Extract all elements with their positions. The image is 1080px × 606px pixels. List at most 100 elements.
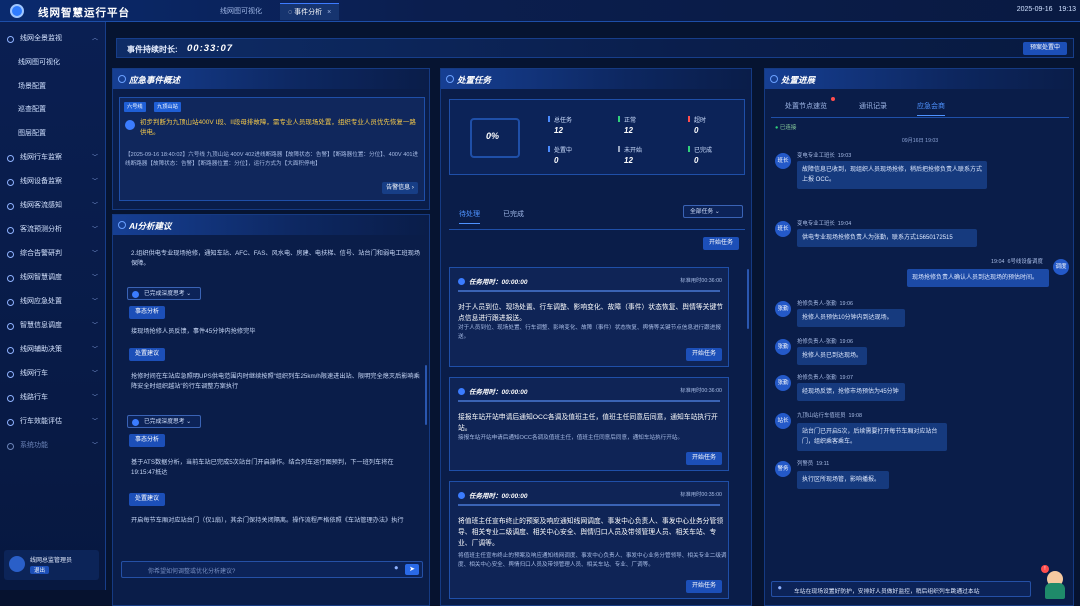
chevron-down-icon: ﹀ bbox=[91, 371, 98, 377]
sidebar-item-train-monitor[interactable]: 线网行车监察 ﹀ bbox=[0, 149, 106, 167]
logout-button[interactable]: 退出 bbox=[30, 566, 50, 574]
sidebar-item-passenger-flow[interactable]: 线网客流感知 ﹀ bbox=[0, 197, 106, 215]
scrollbar[interactable] bbox=[425, 365, 427, 425]
task-card: 任务用时：00:00:00 标准用时00:36:00 接报车站开站申请后通知OC… bbox=[449, 377, 729, 471]
sidebar-subitem-patrol-config[interactable]: 巡查配置 bbox=[0, 101, 106, 119]
stat-value-completed: 0 bbox=[694, 156, 699, 165]
disposal-advice-button-2[interactable]: 处置建议 bbox=[129, 493, 166, 506]
task-icon bbox=[446, 75, 454, 83]
sidebar-item-network-train[interactable]: 线网行车 ﹀ bbox=[0, 365, 106, 383]
sidebar-item-system[interactable]: 系统功能 ﹀ bbox=[0, 437, 106, 455]
overview-headline: 初步判断为九顶山站400V I段、II段母排故障，需专业人员现场处置，组织专业人… bbox=[140, 119, 416, 136]
sidebar-item-info-dispatch[interactable]: 智慧信息调度 ﹀ bbox=[0, 317, 106, 335]
date: 2025-09-16 bbox=[1016, 6, 1053, 13]
situation-analysis-button-1[interactable]: 事态分析 bbox=[129, 306, 166, 319]
sidebar-item-alarm-analysis[interactable]: 综合告警研判 ﹀ bbox=[0, 245, 106, 263]
duration-label: 事件持续时长: bbox=[127, 45, 178, 54]
progress-header: 处置进展 bbox=[765, 69, 1073, 89]
send-icon[interactable]: ➤ bbox=[405, 564, 419, 575]
monitor-icon bbox=[7, 36, 14, 43]
sender-name: 变电专业工班长 bbox=[797, 153, 835, 159]
task-head: 任务用时：00:00:00 bbox=[458, 276, 528, 286]
sidebar-item-emergency[interactable]: 线网应急处置 ﹀ bbox=[0, 293, 106, 311]
sidebar-item-label: 线网全景监视 bbox=[20, 35, 62, 42]
task-limit: 标准用时00:35:00 bbox=[680, 492, 722, 498]
disposal-advice-button-1[interactable]: 处置建议 bbox=[129, 348, 166, 361]
stat-bar-completed bbox=[688, 146, 690, 152]
sidebar-item-panorama[interactable]: 线网全景监视 ︿ bbox=[0, 30, 106, 48]
tab-completed[interactable]: 已完成 bbox=[503, 209, 524, 219]
sidebar-item-label: 线网行车 bbox=[20, 370, 48, 377]
tasks-header: 处置任务 bbox=[441, 69, 751, 89]
scrollbar[interactable] bbox=[747, 269, 749, 329]
sidebar-item-smart-dispatch[interactable]: 线网智慧调度 ﹀ bbox=[0, 269, 106, 287]
message-time: 19:03 bbox=[837, 153, 852, 159]
sender-name: 抢修负责人-张勤 bbox=[797, 301, 837, 307]
sidebar-item-efficiency[interactable]: 行车效能评估 ﹀ bbox=[0, 413, 106, 431]
tab-close-icon[interactable]: × bbox=[327, 9, 331, 16]
line-tag: 六号线 bbox=[124, 102, 146, 112]
task-main-text: 对于人员到位、现场处置、行车调整、影响变化、故障（事件）状态恢复、舆情等关键节点… bbox=[458, 304, 724, 322]
assistant-mascot-icon[interactable]: ! bbox=[1041, 565, 1069, 601]
sidebar-item-label: 线网设备监察 bbox=[20, 178, 62, 185]
task-progress-bar bbox=[458, 290, 720, 292]
sidebar-subitem-scene-config[interactable]: 场景配置 bbox=[0, 78, 106, 96]
sidebar-subitem-network-map[interactable]: 线网图可视化 bbox=[0, 54, 106, 72]
task-progress-bar bbox=[458, 504, 720, 506]
task-elapsed: 任务用时：00:00:00 bbox=[469, 493, 528, 500]
sidebar-item-line-train[interactable]: 线路行车 ﹀ bbox=[0, 389, 106, 407]
chat-bubble: 执行区所现场管，影响播报。 bbox=[797, 471, 889, 489]
chat-bubble: 抢修人员预估10分钟内到达现场。 bbox=[797, 309, 905, 327]
start-task-button-0[interactable]: 开始任务 bbox=[703, 237, 739, 250]
stat-value-total: 12 bbox=[554, 126, 563, 135]
chevron-down-icon: ﹀ bbox=[91, 227, 98, 233]
situation-analysis-button-2[interactable]: 事态分析 bbox=[129, 434, 166, 447]
sidebar-item-label: 线网智慧调度 bbox=[20, 274, 62, 281]
tab-comm-records[interactable]: 通讯记录 bbox=[859, 101, 887, 111]
task-sub-text: 将值班主任宣布终止的预案及响应通知线网调度、事发中心负责人、事发中心业务分管领导… bbox=[458, 553, 727, 568]
alarm-info-button[interactable]: 告警信息 › bbox=[382, 182, 418, 194]
datetime: 2025-09-16 19:13 bbox=[1017, 6, 1076, 13]
task-head: 任务用时：00:00:00 bbox=[458, 386, 528, 396]
ai-input-box[interactable]: 你希望如何调整或优化分析建议? ⏺ ➤ bbox=[121, 561, 423, 578]
sidebar-item-device-monitor[interactable]: 线网设备监察 ﹀ bbox=[0, 173, 106, 191]
deep-think-dropdown-1[interactable]: 已完成深度思考 ⌄ bbox=[127, 287, 201, 300]
progress-title: 处置进展 bbox=[781, 75, 816, 85]
ai-text-4: 基于ATS数据分析，当前车站已完成5次站台门开启操作。结合列车运行图预判，下一班… bbox=[131, 459, 394, 476]
chat-bubble: 经现场反馈，抢修市场预估为45分钟 bbox=[797, 383, 905, 401]
sender-name: 九顶山站行车值班员 bbox=[797, 413, 846, 419]
tab-network-map[interactable]: 线网图可视化 bbox=[212, 3, 270, 20]
sidebar-subitem-layer-config[interactable]: 图层配置 bbox=[0, 125, 106, 143]
sidebar-item-flow-forecast[interactable]: 客流预测分析 ﹀ bbox=[0, 221, 106, 239]
chat-sender: 列警员 19:11 bbox=[797, 459, 829, 467]
alert-icon bbox=[118, 75, 126, 83]
ai-text-5: 开启每节车厢对应站台门（仅1扇），其余门保持关闭隔离。操作流程严格依照《车站管理… bbox=[131, 517, 404, 524]
overview-detail: 【2025-09-16 18:40:02】六号线 九顶山站 400V 402进线… bbox=[125, 152, 419, 167]
microphone-icon[interactable]: ⏺ bbox=[395, 565, 399, 573]
avatar: 站长 bbox=[775, 413, 791, 429]
brain-icon bbox=[132, 291, 139, 298]
microphone-icon[interactable]: ⏺ bbox=[778, 585, 782, 593]
chevron-down-icon: ﹀ bbox=[91, 251, 98, 257]
task-filter-dropdown[interactable]: 全部任务 ⌄ bbox=[683, 205, 743, 218]
sidebar-item-decision-support[interactable]: 线网辅助决策 ﹀ bbox=[0, 341, 106, 359]
tab-node-overview[interactable]: 处置节点速览 bbox=[785, 101, 827, 111]
sidebar-item-label: 线网应急处置 bbox=[20, 298, 62, 305]
plan-status-button[interactable]: 预案处置中 bbox=[1023, 42, 1067, 55]
app-logo-icon bbox=[10, 4, 24, 18]
start-task-button[interactable]: 开始任务 bbox=[686, 452, 722, 465]
task-sub-text: 接报车站开站申请后通知OCC各调及值班主任，值班主任同意后同意，通知车站执行开站… bbox=[458, 435, 683, 441]
tab-pending[interactable]: 待处理 bbox=[459, 209, 480, 224]
ai-input-placeholder: 你希望如何调整或优化分析建议? bbox=[148, 569, 236, 575]
start-task-button[interactable]: 开始任务 bbox=[686, 348, 722, 361]
chat-input-box[interactable]: ⏺ 车站在现场设置好防护，安排好人员做好监控，稍后组织列车跳通过本站 bbox=[771, 581, 1031, 597]
start-task-button[interactable]: 开始任务 bbox=[686, 580, 722, 593]
dispatch-icon bbox=[7, 275, 14, 282]
connection-status: ● 已连接 bbox=[775, 123, 796, 131]
tab-emergency-consult[interactable]: 应急会商 bbox=[917, 101, 945, 116]
notification-badge: ! bbox=[1041, 565, 1049, 573]
tab-event-analysis[interactable]: ◌ 事件分析 × bbox=[280, 3, 340, 20]
deep-think-dropdown-2[interactable]: 已完成深度思考 ⌄ bbox=[127, 415, 201, 428]
chat-input-text: 车站在现场设置好防护，安排好人员做好监控，稍后组织列车跳通过本站 bbox=[794, 589, 980, 595]
warning-icon bbox=[125, 120, 135, 130]
